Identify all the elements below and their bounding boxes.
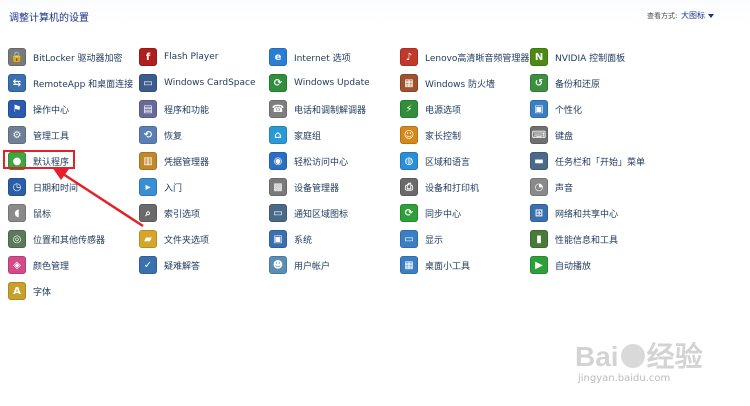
watermark-brand-right: 经验 [646,341,703,372]
watermark: Bai 经验 jingyan.baidu.com [575,335,740,395]
watermark-brand: Bai 经验 [575,335,703,375]
watermark-url: jingyan.baidu.com [578,373,671,384]
watermark-brand-left: Bai [575,341,619,372]
paw-icon [620,344,645,368]
